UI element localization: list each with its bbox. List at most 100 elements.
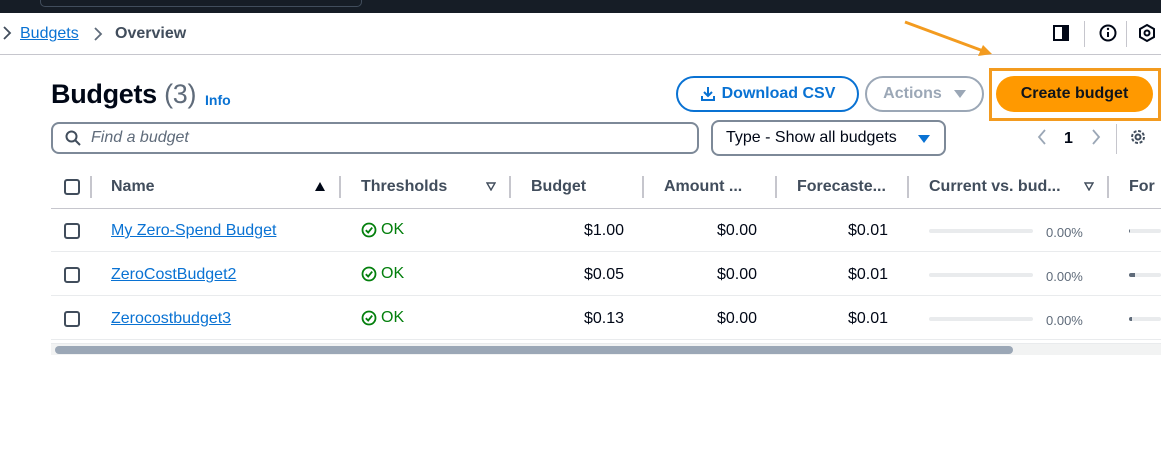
column-header-current-vs-budget[interactable]: Current vs. bud... [929,166,1084,208]
budget-count: (3) [164,79,197,109]
download-csv-button[interactable]: Download CSV [676,76,859,112]
top-navigation-bar [0,0,1161,13]
caret-down-icon [953,90,966,98]
forecast-vs-budget-bar [1129,273,1161,277]
current-vs-budget-percent: 0.00% [1046,225,1083,240]
breadcrumb-budgets-link[interactable]: Budgets [20,25,79,43]
search-input[interactable] [91,129,651,147]
pagination-divider [1116,124,1117,154]
threshold-status: OK [361,265,404,283]
caret-down-icon [918,135,930,143]
toolbar-divider [1084,21,1085,47]
column-divider [90,176,92,198]
table-row: Zerocostbudget3 OK $0.13 $0.00 $0.01 0.0… [51,297,1161,340]
annotation-arrow-icon [904,20,992,56]
column-divider [642,176,644,198]
threshold-status: OK [361,309,404,327]
chevron-right-icon [94,27,103,41]
current-vs-budget-percent: 0.00% [1046,269,1083,284]
horizontal-scrollbar[interactable] [51,343,1161,355]
column-header-forecasted[interactable]: Forecaste... [797,166,902,208]
budget-name-link[interactable]: ZeroCostBudget2 [111,266,236,284]
budget-name-link[interactable]: Zerocostbudget3 [111,310,231,328]
forecast-vs-budget-fill [1129,273,1136,277]
breadcrumb-current: Overview [115,25,187,42]
sort-ascending-icon[interactable] [315,182,325,191]
column-header-label: Name [111,178,155,195]
actual-amount: $0.00 [716,310,757,327]
actual-amount: $0.00 [716,266,757,283]
forecasted-amount: $0.01 [847,222,888,239]
page-title: Budgets (3) [51,79,197,110]
select-all-checkbox[interactable] [64,179,80,195]
scrollbar-thumb[interactable] [55,346,1013,354]
status-ok-icon [361,266,377,282]
type-filter-select[interactable]: Type - Show all budgets [711,120,946,156]
column-header-thresholds[interactable]: Thresholds [361,166,491,208]
threshold-status-text: OK [381,309,405,326]
column-header-label: Current vs. bud... [929,178,1061,195]
budget-name-link[interactable]: My Zero-Spend Budget [111,222,276,240]
current-vs-budget-bar [929,317,1033,321]
column-divider [509,176,511,198]
type-filter-value: Type - Show all budgets [726,129,897,146]
create-budget-highlight [989,68,1161,121]
panel-icon[interactable] [1051,23,1071,43]
row-checkbox[interactable] [64,267,80,283]
status-ok-icon [361,222,377,238]
column-divider [1107,176,1109,198]
column-header-forecast-vs-budget[interactable]: For [1129,166,1161,208]
info-icon[interactable] [1098,23,1118,43]
cloudshell-icon[interactable] [1137,23,1157,43]
column-header-label: Amount ... [664,178,743,195]
column-header-label: Budget [531,178,587,195]
page-title-text: Budgets [51,79,157,109]
row-checkbox[interactable] [64,223,80,239]
settings-icon[interactable] [1129,128,1147,146]
actual-amount: $0.00 [716,222,757,239]
forecast-vs-budget-bar [1129,229,1161,233]
current-page-number[interactable]: 1 [1064,130,1073,148]
column-header-label: Forecaste... [797,178,886,195]
chevron-left-icon[interactable] [1036,128,1048,146]
row-checkbox[interactable] [64,311,80,327]
actions-label: Actions [883,85,942,102]
top-bar-fragment [370,0,1161,7]
forecast-vs-budget-fill [1129,229,1130,233]
sort-icon[interactable] [1084,182,1094,191]
toolbar-divider [1126,21,1127,47]
info-link[interactable]: Info [205,92,231,108]
forecast-vs-budget-bar [1129,317,1161,321]
forecasted-amount: $0.01 [847,266,888,283]
download-icon [700,87,715,101]
chevron-right-icon[interactable] [1090,128,1102,146]
search-icon [65,130,81,146]
current-vs-budget-percent: 0.00% [1046,313,1083,328]
actions-dropdown-button[interactable]: Actions [865,76,984,112]
status-ok-icon [361,310,377,326]
chevron-right-icon [3,26,12,40]
column-divider [775,176,777,198]
table-row: My Zero-Spend Budget OK $1.00 $0.00 $0.0… [51,209,1161,252]
column-header-label: Thresholds [361,178,448,195]
column-header-amount[interactable]: Amount ... [664,166,769,208]
threshold-status-text: OK [381,221,405,238]
top-bar-search-fragment[interactable] [40,0,362,7]
threshold-status-text: OK [381,265,405,282]
column-header-budget[interactable]: Budget [531,166,636,208]
current-vs-budget-bar [929,273,1033,277]
budget-amount: $0.05 [583,266,624,283]
column-divider [907,176,909,198]
table-row: ZeroCostBudget2 OK $0.05 $0.00 $0.01 0.0… [51,253,1161,296]
column-divider [339,176,341,198]
budget-amount: $0.13 [583,310,624,327]
budget-amount: $1.00 [583,222,624,239]
sort-icon[interactable] [486,182,496,191]
current-vs-budget-bar [929,229,1033,233]
search-field[interactable] [51,122,699,154]
threshold-status: OK [361,221,404,239]
download-csv-label: Download CSV [721,85,836,102]
forecast-vs-budget-fill [1129,317,1132,321]
column-header-name[interactable]: Name [111,166,331,208]
forecasted-amount: $0.01 [847,310,888,327]
